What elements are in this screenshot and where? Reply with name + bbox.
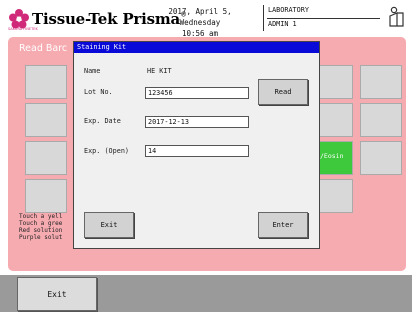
hint-line: Touch a yell (19, 213, 63, 220)
brand-sub: SAKURA FINETEK (8, 27, 38, 31)
date-time: 2017, April 5, Wednesday 10:56 am (150, 6, 250, 39)
hint-line: Red solution (19, 227, 63, 234)
hint-line: Purple solut (19, 234, 63, 241)
read-button[interactable]: Read (258, 79, 308, 105)
exp-open-field[interactable]: 14 (145, 145, 249, 157)
slot[interactable] (318, 179, 353, 213)
slot[interactable] (25, 179, 67, 213)
enter-button[interactable]: Enter (258, 212, 308, 238)
slot[interactable] (25, 65, 67, 99)
slot[interactable] (25, 141, 67, 175)
exit-button[interactable]: Exit (17, 277, 97, 311)
lot-field[interactable]: 123456 (145, 87, 249, 99)
location-text: LABORATORY (268, 6, 309, 14)
slot-eosin-label: /Eosin (320, 152, 344, 160)
date-text: 2017, April 5, Wednesday (168, 7, 232, 27)
slot[interactable] (318, 103, 353, 137)
slot[interactable] (360, 141, 402, 175)
panel-title: Read Barc (19, 43, 68, 54)
name-value: HE KIT (147, 67, 172, 75)
slot[interactable] (360, 65, 402, 99)
hint-line: Touch a gree (19, 220, 63, 227)
staining-kit-dialog: Staining Kit Name HE KIT Lot No. 123456 … (73, 41, 320, 249)
lot-label: Lot No. (84, 88, 113, 96)
dialog-title: Staining Kit (74, 42, 319, 53)
slot[interactable] (360, 103, 402, 137)
name-label: Name (84, 67, 101, 75)
slot[interactable] (318, 65, 353, 99)
user-door-icon[interactable] (387, 6, 407, 28)
exp-open-label: Exp. (Open) (84, 147, 130, 155)
exp-date-label: Exp. Date (84, 117, 121, 125)
dialog-exit-button[interactable]: Exit (84, 212, 134, 238)
user-text: ADMIN 1 (268, 20, 297, 28)
location-underline (267, 18, 380, 19)
exp-date-field[interactable]: 2017-12-13 (145, 116, 249, 128)
slot[interactable] (25, 103, 67, 137)
